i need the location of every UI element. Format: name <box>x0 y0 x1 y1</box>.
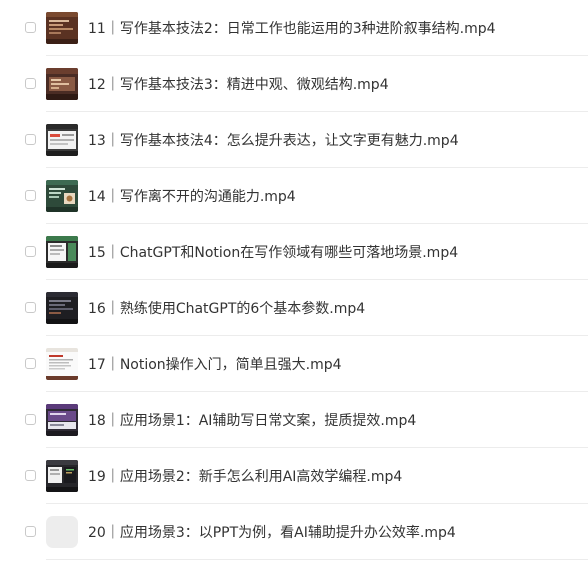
row-checkbox[interactable] <box>25 358 36 369</box>
row-checkbox[interactable] <box>25 246 36 257</box>
video-thumbnail-icon <box>46 348 78 380</box>
file-name[interactable]: 12｜写作基本技法3：精进中观、微观结构.mp4 <box>88 74 389 94</box>
row-checkbox[interactable] <box>25 414 36 425</box>
video-thumbnail-icon <box>46 460 78 492</box>
file-list: 11｜写作基本技法2：日常工作也能运用的3种进阶叙事结构.mp4 12｜写作基本… <box>0 0 588 561</box>
file-row[interactable]: 11｜写作基本技法2：日常工作也能运用的3种进阶叙事结构.mp4 <box>0 0 588 56</box>
row-checkbox[interactable] <box>25 78 36 89</box>
file-name[interactable]: 13｜写作基本技法4：怎么提升表达，让文字更有魅力.mp4 <box>88 130 459 150</box>
file-name[interactable]: 11｜写作基本技法2：日常工作也能运用的3种进阶叙事结构.mp4 <box>88 18 496 38</box>
row-checkbox[interactable] <box>25 22 36 33</box>
row-checkbox[interactable] <box>25 134 36 145</box>
file-name[interactable]: 20｜应用场景3：以PPT为例，看AI辅助提升办公效率.mp4 <box>88 522 456 542</box>
file-name[interactable]: 15｜ChatGPT和Notion在写作领域有哪些可落地场景.mp4 <box>88 242 458 262</box>
file-name[interactable]: 17｜Notion操作入门，简单且强大.mp4 <box>88 354 342 374</box>
file-name[interactable]: 16｜熟练使用ChatGPT的6个基本参数.mp4 <box>88 298 365 318</box>
file-name[interactable]: 14｜写作离不开的沟通能力.mp4 <box>88 186 296 206</box>
video-thumbnail-icon <box>46 236 78 268</box>
row-checkbox[interactable] <box>25 190 36 201</box>
file-row[interactable]: 16｜熟练使用ChatGPT的6个基本参数.mp4 <box>0 280 588 336</box>
video-thumbnail-icon <box>46 292 78 324</box>
video-file-placeholder-icon <box>46 516 78 548</box>
row-checkbox[interactable] <box>25 526 36 537</box>
video-thumbnail-icon <box>46 68 78 100</box>
file-row[interactable]: 18｜应用场景1：AI辅助写日常文案，提质提效.mp4 <box>0 392 588 448</box>
file-row[interactable]: 13｜写作基本技法4：怎么提升表达，让文字更有魅力.mp4 <box>0 112 588 168</box>
file-row[interactable]: 19｜应用场景2：新手怎么利用AI高效学编程.mp4 <box>0 448 588 504</box>
file-row[interactable]: 15｜ChatGPT和Notion在写作领域有哪些可落地场景.mp4 <box>0 224 588 280</box>
video-thumbnail-icon <box>46 124 78 156</box>
file-name[interactable]: 18｜应用场景1：AI辅助写日常文案，提质提效.mp4 <box>88 410 416 430</box>
row-checkbox[interactable] <box>25 302 36 313</box>
video-thumbnail-icon <box>46 180 78 212</box>
file-row[interactable]: 14｜写作离不开的沟通能力.mp4 <box>0 168 588 224</box>
file-name[interactable]: 19｜应用场景2：新手怎么利用AI高效学编程.mp4 <box>88 466 402 486</box>
row-divider <box>46 559 588 560</box>
video-thumbnail-icon <box>46 404 78 436</box>
file-row[interactable]: 17｜Notion操作入门，简单且强大.mp4 <box>0 336 588 392</box>
video-thumbnail-icon <box>46 12 78 44</box>
row-checkbox[interactable] <box>25 470 36 481</box>
file-row[interactable]: 20｜应用场景3：以PPT为例，看AI辅助提升办公效率.mp4 <box>0 504 588 560</box>
file-row[interactable]: 12｜写作基本技法3：精进中观、微观结构.mp4 <box>0 56 588 112</box>
